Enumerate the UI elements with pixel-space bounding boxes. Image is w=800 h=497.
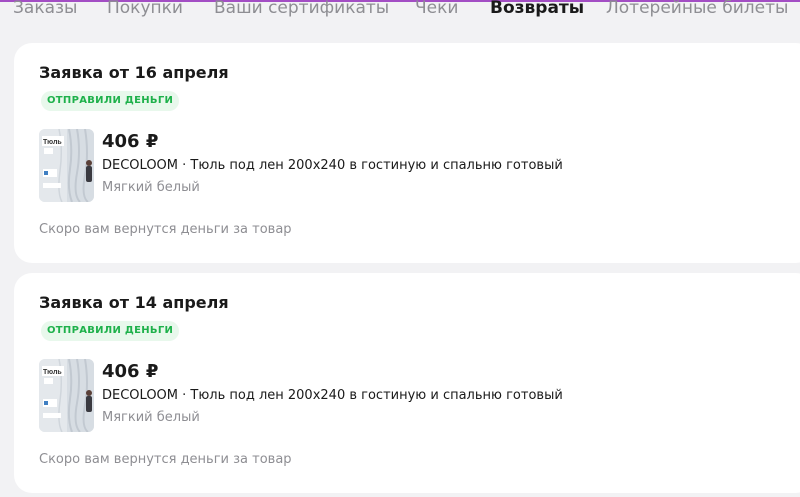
product-thumbnail[interactable]: Тюль	[39, 359, 94, 432]
tab-returns[interactable]: Возвраты	[490, 0, 584, 20]
product-price: 406 ₽	[102, 361, 159, 382]
product-variant: Мягкий белый	[102, 180, 200, 195]
return-request-card[interactable]: Заявка от 14 апреля ОТПРАВИЛИ ДЕНЬГИ Тюл…	[14, 273, 800, 493]
tulle-product-image: Тюль	[39, 359, 94, 432]
request-title: Заявка от 16 апреля	[39, 63, 229, 82]
product-price: 406 ₽	[102, 131, 159, 152]
thumbnail-label: Тюль	[43, 139, 62, 146]
product-variant: Мягкий белый	[102, 410, 200, 425]
status-badge: ОТПРАВИЛИ ДЕНЬГИ	[41, 321, 180, 341]
tab-lottery-tickets[interactable]: Лотерейные билеты	[606, 0, 788, 20]
tab-orders[interactable]: Заказы	[13, 0, 77, 20]
thumbnail-label: Тюль	[43, 369, 62, 376]
refund-note: Скоро вам вернутся деньги за товар	[39, 452, 292, 467]
orders-tabs: Заказы Покупки Ваши сертификаты Чеки Воз…	[0, 0, 800, 30]
status-badge: ОТПРАВИЛИ ДЕНЬГИ	[41, 91, 180, 111]
tab-receipts[interactable]: Чеки	[415, 0, 458, 20]
tab-purchases[interactable]: Покупки	[107, 0, 183, 20]
tulle-product-image: Тюль	[39, 129, 94, 202]
return-request-card[interactable]: Заявка от 16 апреля ОТПРАВИЛИ ДЕНЬГИ Тюл…	[14, 43, 800, 263]
product-name[interactable]: DECOLOOM · Тюль под лен 200x240 в гостин…	[102, 157, 563, 175]
tab-certificates[interactable]: Ваши сертификаты	[214, 0, 389, 20]
refund-note: Скоро вам вернутся деньги за товар	[39, 222, 292, 237]
product-thumbnail[interactable]: Тюль	[39, 129, 94, 202]
request-title: Заявка от 14 апреля	[39, 293, 229, 312]
product-name[interactable]: DECOLOOM · Тюль под лен 200x240 в гостин…	[102, 387, 563, 405]
